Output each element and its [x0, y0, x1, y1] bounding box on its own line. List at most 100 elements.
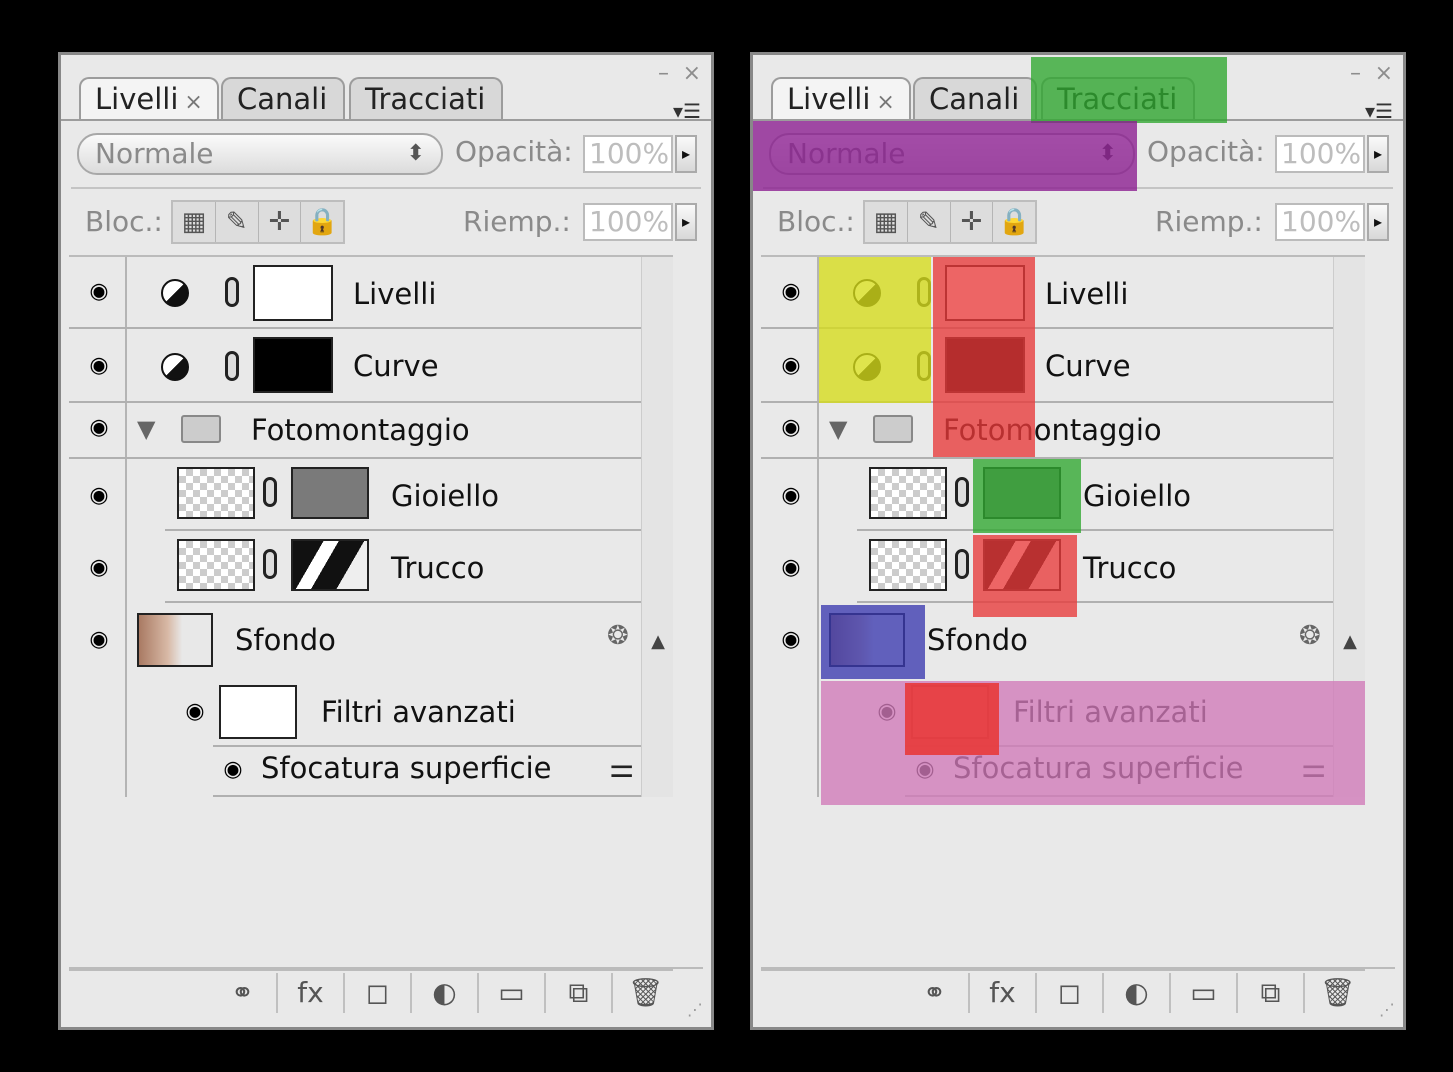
layer-mask-thumbnail[interactable] [253, 337, 333, 393]
eye-icon[interactable]: ◉ [775, 417, 807, 439]
lock-icon[interactable]: 🔒 [993, 202, 1035, 242]
link-icon[interactable] [263, 549, 277, 579]
eye-icon[interactable]: ◉ [775, 355, 807, 377]
resize-grip-icon[interactable]: ⋰ [1379, 1000, 1395, 1019]
layer-row-fotomontaggio[interactable]: ◉ ▼ Fotomontaggio [69, 403, 641, 459]
layer-row-livelli[interactable]: ◉ Livelli [69, 257, 641, 329]
eye-icon[interactable]: ◉ [83, 417, 115, 439]
disclosure-triangle-icon[interactable]: ▼ [137, 415, 155, 443]
minimize-icon[interactable]: – [1350, 61, 1361, 86]
eye-icon[interactable]: ◉ [83, 281, 115, 303]
smart-filter-icon[interactable]: ❂ [1299, 621, 1321, 651]
fx-icon[interactable]: fx [276, 973, 343, 1013]
layer-name[interactable]: Curve [1045, 349, 1131, 383]
tab-canali[interactable]: Canali [913, 77, 1037, 121]
folder-icon[interactable]: ▭ [477, 973, 544, 1013]
layer-row-trucco[interactable]: Trucco [165, 531, 641, 603]
layer-name[interactable]: Gioiello [1083, 479, 1191, 513]
tab-livelli[interactable]: Livelli × [771, 77, 911, 121]
layer-row-sfondo[interactable]: ◉ Sfondo ❂ [69, 603, 641, 677]
layer-name[interactable]: Trucco [391, 551, 484, 585]
layer-thumbnail[interactable] [177, 539, 255, 591]
panel-menu-icon[interactable]: ▾☰ [673, 99, 701, 123]
layer-name[interactable]: Filtri avanzati [321, 695, 516, 729]
adjustment-icon[interactable]: ◐ [410, 973, 477, 1013]
layer-row-filtri-avanzati[interactable]: ◉ Filtri avanzati [127, 677, 641, 745]
link-layers-icon[interactable]: ⚭ [209, 973, 276, 1013]
smart-object-thumbnail[interactable] [137, 613, 213, 667]
link-icon[interactable] [225, 351, 239, 381]
lock-transparent-icon[interactable]: ▦ [865, 202, 908, 242]
lock-transparent-icon[interactable]: ▦ [173, 202, 216, 242]
adjustment-icon[interactable]: ◐ [1102, 973, 1169, 1013]
eye-icon[interactable]: ◉ [775, 281, 807, 303]
layer-thumbnail[interactable] [869, 467, 947, 519]
eye-icon[interactable]: ◉ [83, 629, 115, 651]
eye-icon[interactable]: ◉ [179, 701, 211, 723]
close-icon[interactable]: × [683, 61, 701, 86]
layer-name[interactable]: Sfondo [235, 623, 336, 657]
layer-row-curve[interactable]: ◉ Curve [69, 329, 641, 403]
brush-icon[interactable]: ✎ [216, 202, 259, 242]
scrollbar[interactable] [641, 257, 673, 797]
scroll-up-icon[interactable]: ▲ [651, 631, 665, 652]
opacity-slider-icon[interactable]: ▸ [675, 135, 697, 173]
tab-canali[interactable]: Canali [221, 77, 345, 121]
close-tab-icon[interactable]: × [184, 90, 202, 115]
eye-icon[interactable]: ◉ [83, 485, 115, 507]
trash-icon[interactable]: 🗑 [1303, 973, 1370, 1013]
close-tab-icon[interactable]: × [876, 90, 894, 115]
layer-name[interactable]: Livelli [1045, 277, 1128, 311]
fill-input[interactable]: 100% [1275, 203, 1365, 241]
opacity-input[interactable]: 100% [583, 135, 673, 173]
layer-row-sfocatura[interactable]: ◉ Sfocatura superficie ⚌ [213, 745, 641, 797]
lock-icon[interactable]: 🔒 [301, 202, 343, 242]
layer-thumbnail[interactable] [869, 539, 947, 591]
new-layer-icon[interactable]: ⧉ [544, 973, 611, 1013]
mask-icon[interactable]: ◻ [1035, 973, 1102, 1013]
minimize-icon[interactable]: – [658, 61, 669, 86]
close-icon[interactable]: × [1375, 61, 1393, 86]
eye-icon[interactable]: ◉ [83, 557, 115, 579]
layer-row-gioiello[interactable]: Gioiello [165, 459, 641, 531]
eye-icon[interactable]: ◉ [775, 629, 807, 651]
smart-filter-icon[interactable]: ❂ [607, 621, 629, 651]
eye-icon[interactable]: ◉ [775, 557, 807, 579]
resize-grip-icon[interactable]: ⋰ [687, 1000, 703, 1019]
eye-icon[interactable]: ◉ [217, 759, 249, 781]
move-icon[interactable]: ✛ [259, 202, 302, 242]
layer-row-trucco[interactable]: Trucco [857, 531, 1333, 603]
fill-slider-icon[interactable]: ▸ [675, 203, 697, 241]
blend-mode-select[interactable]: Normale ⬍ [77, 133, 443, 175]
link-icon[interactable] [955, 477, 969, 507]
new-layer-icon[interactable]: ⧉ [1236, 973, 1303, 1013]
disclosure-triangle-icon[interactable]: ▼ [829, 415, 847, 443]
filter-mask-thumbnail[interactable] [219, 685, 297, 739]
layer-name[interactable]: Livelli [353, 277, 436, 311]
layer-row-gioiello[interactable]: Gioiello [857, 459, 1333, 531]
opacity-slider-icon[interactable]: ▸ [1367, 135, 1389, 173]
tab-tracciati[interactable]: Tracciati [349, 77, 503, 121]
layer-name[interactable]: Sfondo [927, 623, 1028, 657]
layer-mask-thumbnail[interactable] [291, 467, 369, 519]
filter-options-icon[interactable]: ⚌ [609, 751, 634, 784]
mask-icon[interactable]: ◻ [343, 973, 410, 1013]
panel-menu-icon[interactable]: ▾☰ [1365, 99, 1393, 123]
link-icon[interactable] [955, 549, 969, 579]
scroll-up-icon[interactable]: ▲ [1343, 631, 1357, 652]
layer-name[interactable]: Trucco [1083, 551, 1176, 585]
layer-mask-thumbnail[interactable] [253, 265, 333, 321]
eye-icon[interactable]: ◉ [775, 485, 807, 507]
link-icon[interactable] [263, 477, 277, 507]
fill-slider-icon[interactable]: ▸ [1367, 203, 1389, 241]
layer-name[interactable]: Sfocatura superficie [261, 751, 552, 785]
layer-name[interactable]: Fotomontaggio [251, 413, 470, 447]
opacity-input[interactable]: 100% [1275, 135, 1365, 173]
tab-livelli[interactable]: Livelli × [79, 77, 219, 121]
link-icon[interactable] [225, 277, 239, 307]
link-layers-icon[interactable]: ⚭ [901, 973, 968, 1013]
layer-name[interactable]: Curve [353, 349, 439, 383]
layer-mask-thumbnail[interactable] [291, 539, 369, 591]
layer-row-fotomontaggio[interactable]: ◉ ▼ Fotomontaggio [761, 403, 1333, 459]
fx-icon[interactable]: fx [968, 973, 1035, 1013]
